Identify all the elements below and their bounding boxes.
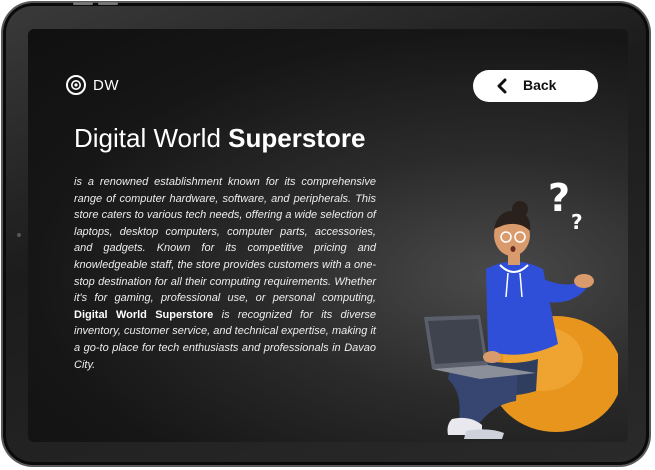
- tablet-frame: DW Back Digital World Superstore is a re…: [3, 2, 649, 465]
- question-mark-icon: ?: [571, 210, 583, 234]
- title-bold: Superstore: [228, 123, 366, 153]
- title-light: Digital World: [74, 123, 221, 153]
- tablet-button: [73, 2, 93, 5]
- brand-logo[interactable]: DW: [66, 75, 119, 95]
- desc-part-1: is a renowned establishment known for it…: [74, 176, 376, 305]
- page-title: Digital World Superstore: [74, 123, 365, 154]
- store-description: is a renowned establishment known for it…: [74, 174, 376, 373]
- desc-store-name: Digital World Superstore: [74, 308, 214, 321]
- confused-person-laptop-illustration: ? ?: [424, 176, 618, 439]
- back-button-label: Back: [523, 77, 557, 93]
- aperture-logo-icon: [66, 75, 86, 95]
- question-mark-icon: ?: [548, 176, 570, 220]
- chevron-left-icon: [497, 78, 507, 94]
- camera-dot: [17, 233, 21, 237]
- tablet-button: [98, 2, 118, 5]
- screen: DW Back Digital World Superstore is a re…: [28, 29, 628, 442]
- logo-text: DW: [93, 76, 119, 94]
- back-button[interactable]: Back: [473, 70, 598, 102]
